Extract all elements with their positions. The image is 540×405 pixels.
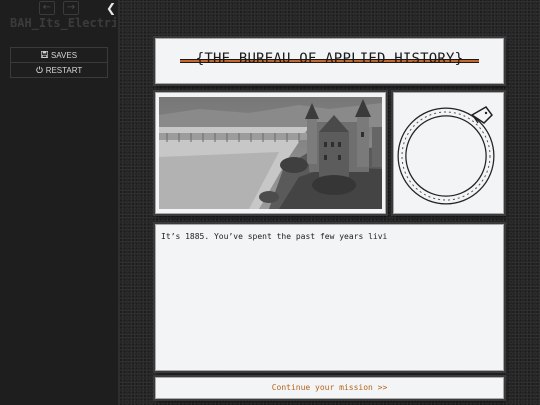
- emblem-panel: [393, 92, 504, 214]
- arrow-right-icon: →: [66, 2, 76, 13]
- story-text-panel: It’s 1885. You’ve spent the past few yea…: [155, 224, 504, 371]
- sidebar: ← → ❮ BAH_Its_Electrif SAVES RESTART: [0, 0, 119, 405]
- ouroboros-icon: [397, 106, 495, 205]
- banner-title: {THE BUREAU OF APPLIED HISTORY}: [156, 51, 503, 67]
- restart-button[interactable]: RESTART: [10, 62, 108, 78]
- title-banner: {THE BUREAU OF APPLIED HISTORY}: [155, 38, 504, 84]
- illustration-panel: [155, 92, 386, 214]
- chevron-left-icon: ❮: [105, 1, 117, 15]
- restart-label: RESTART: [45, 65, 83, 75]
- saves-label: SAVES: [50, 50, 78, 60]
- saves-button[interactable]: SAVES: [10, 47, 108, 63]
- arrow-left-icon: ←: [42, 2, 52, 13]
- castle-illustration: [159, 97, 382, 209]
- history-back-button[interactable]: ←: [39, 1, 55, 15]
- history-forward-button[interactable]: →: [63, 1, 79, 15]
- story-title: BAH_Its_Electrif: [10, 16, 116, 30]
- power-icon: [35, 65, 43, 75]
- banner-title-text: {THE BUREAU OF APPLIED HISTORY}: [195, 51, 464, 67]
- sidebar-collapse-button[interactable]: ❮: [104, 0, 118, 16]
- floppy-disk-icon: [40, 50, 48, 60]
- continue-panel: Continue your mission >>: [155, 377, 504, 399]
- continue-link[interactable]: Continue your mission >>: [156, 383, 503, 392]
- story-text: It’s 1885. You’ve spent the past few yea…: [161, 232, 388, 241]
